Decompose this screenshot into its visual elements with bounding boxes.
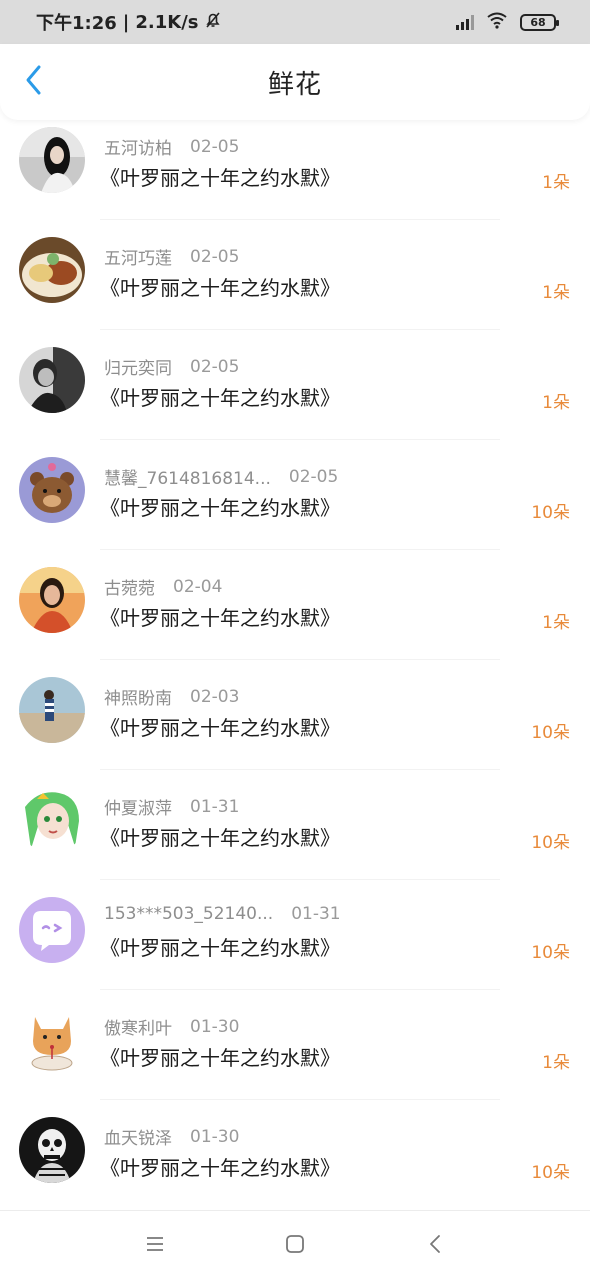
item-meta: 153***503_52140... 01-31	[104, 904, 341, 924]
flower-list: 五河访柏 02-05 《叶罗丽之十年之约水默》 1朵 五河巧莲 02-05 《叶…	[0, 120, 590, 1210]
flower-count: 10朵	[531, 943, 570, 963]
avatar[interactable]	[19, 677, 85, 743]
book-title[interactable]: 《叶罗丽之十年之约水默》	[100, 272, 340, 301]
list-item[interactable]: 傲寒利叶 01-30 《叶罗丽之十年之约水默》 1朵	[0, 990, 590, 1100]
book-title[interactable]: 《叶罗丽之十年之约水默》	[100, 932, 340, 961]
list-item[interactable]: 153***503_52140... 01-31 《叶罗丽之十年之约水默》 10…	[0, 880, 590, 990]
item-meta: 傲寒利叶 01-30	[104, 1014, 240, 1040]
back-triangle-icon	[428, 1234, 442, 1258]
avatar[interactable]	[19, 787, 85, 853]
system-navigation-bar	[0, 1210, 590, 1280]
chevron-left-icon	[24, 64, 44, 100]
list-item[interactable]: 慧馨_7614816814... 02-05 《叶罗丽之十年之约水默》 10朵	[0, 440, 590, 550]
avatar[interactable]	[19, 567, 85, 633]
back-button[interactable]	[18, 64, 50, 100]
book-title[interactable]: 《叶罗丽之十年之约水默》	[100, 602, 340, 631]
avatar[interactable]	[19, 347, 85, 413]
battery-level: 68	[530, 15, 546, 29]
item-meta: 五河访柏 02-05	[104, 134, 240, 160]
avatar[interactable]	[19, 1007, 85, 1073]
send-date: 02-04	[173, 576, 223, 597]
status-time: 下午1:26	[36, 13, 117, 34]
send-date: 02-05	[288, 466, 339, 487]
book-title[interactable]: 《叶罗丽之十年之约水默》	[100, 822, 340, 851]
send-date: 01-30	[190, 1126, 240, 1147]
book-title[interactable]: 《叶罗丽之十年之约水默》	[100, 162, 340, 191]
user-name[interactable]: 153***503_52140...	[104, 904, 273, 924]
user-name[interactable]: 慧馨_7614816814...	[104, 464, 271, 489]
home-square-icon	[285, 1234, 305, 1258]
send-date: 02-05	[190, 356, 240, 377]
mute-bell-icon	[204, 11, 222, 34]
send-date: 02-05	[190, 246, 240, 267]
send-date: 02-03	[190, 686, 240, 707]
home-button[interactable]	[275, 1226, 315, 1266]
item-meta: 古菀菀 02-04	[104, 574, 223, 600]
send-date: 01-31	[291, 904, 341, 924]
avatar[interactable]	[19, 457, 85, 523]
status-right: 68	[456, 11, 559, 34]
user-name[interactable]: 五河巧莲	[104, 244, 172, 269]
send-date: 01-31	[190, 796, 240, 817]
item-meta: 五河巧莲 02-05	[104, 244, 240, 270]
flower-count: 1朵	[542, 1053, 570, 1073]
user-name[interactable]: 神照盼南	[104, 684, 172, 709]
status-bar: 下午1:26 | 2.1K/s 68	[0, 0, 590, 44]
menu-icon	[145, 1236, 165, 1256]
avatar[interactable]	[19, 127, 85, 193]
book-title[interactable]: 《叶罗丽之十年之约水默》	[100, 382, 340, 411]
flower-count: 1朵	[542, 173, 570, 193]
list-item[interactable]: 古菀菀 02-04 《叶罗丽之十年之约水默》 1朵	[0, 550, 590, 660]
send-date: 02-05	[190, 136, 240, 157]
status-left: 下午1:26 | 2.1K/s	[36, 9, 222, 35]
flower-count: 1朵	[542, 613, 570, 633]
flower-count: 1朵	[542, 283, 570, 303]
item-meta: 慧馨_7614816814... 02-05	[104, 464, 339, 490]
book-title[interactable]: 《叶罗丽之十年之约水默》	[100, 492, 340, 521]
flower-count: 10朵	[531, 723, 570, 743]
wifi-icon	[486, 11, 508, 34]
list-item[interactable]: 仲夏淑萍 01-31 《叶罗丽之十年之约水默》 10朵	[0, 770, 590, 880]
user-name[interactable]: 仲夏淑萍	[104, 794, 172, 819]
flower-count: 1朵	[542, 393, 570, 413]
user-name[interactable]: 古菀菀	[104, 574, 155, 599]
battery-icon: 68	[520, 13, 559, 31]
item-meta: 神照盼南 02-03	[104, 684, 240, 710]
header-bar: 鲜花	[0, 44, 590, 120]
system-back-button[interactable]	[415, 1226, 455, 1266]
flower-count: 10朵	[531, 833, 570, 853]
list-item[interactable]: 归元奕同 02-05 《叶罗丽之十年之约水默》 1朵	[0, 330, 590, 440]
user-name[interactable]: 傲寒利叶	[104, 1014, 172, 1039]
book-title[interactable]: 《叶罗丽之十年之约水默》	[100, 1042, 340, 1071]
item-meta: 仲夏淑萍 01-31	[104, 794, 240, 820]
item-meta: 血天锐泽 01-30	[104, 1124, 240, 1150]
menu-button[interactable]	[135, 1226, 175, 1266]
status-speed: 2.1K/s	[135, 11, 199, 33]
user-name[interactable]: 归元奕同	[104, 354, 172, 379]
book-title[interactable]: 《叶罗丽之十年之约水默》	[100, 1152, 340, 1181]
avatar[interactable]	[19, 897, 85, 963]
page-title: 鲜花	[267, 69, 322, 100]
send-date: 01-30	[190, 1016, 240, 1037]
flower-count: 10朵	[531, 503, 570, 523]
flower-count: 10朵	[531, 1163, 570, 1183]
item-meta: 归元奕同 02-05	[104, 354, 240, 380]
user-name[interactable]: 血天锐泽	[104, 1124, 172, 1149]
status-divider: |	[122, 11, 130, 33]
avatar[interactable]	[19, 237, 85, 303]
list-item[interactable]: 神照盼南 02-03 《叶罗丽之十年之约水默》 10朵	[0, 660, 590, 770]
list-item[interactable]: 五河访柏 02-05 《叶罗丽之十年之约水默》 1朵	[0, 110, 590, 220]
list-item[interactable]: 五河巧莲 02-05 《叶罗丽之十年之约水默》 1朵	[0, 220, 590, 330]
user-name[interactable]: 五河访柏	[104, 134, 172, 159]
list-item[interactable]: 血天锐泽 01-30 《叶罗丽之十年之约水默》 10朵	[0, 1100, 590, 1210]
signal-icon	[456, 14, 474, 30]
book-title[interactable]: 《叶罗丽之十年之约水默》	[100, 712, 340, 741]
avatar[interactable]	[19, 1117, 85, 1183]
